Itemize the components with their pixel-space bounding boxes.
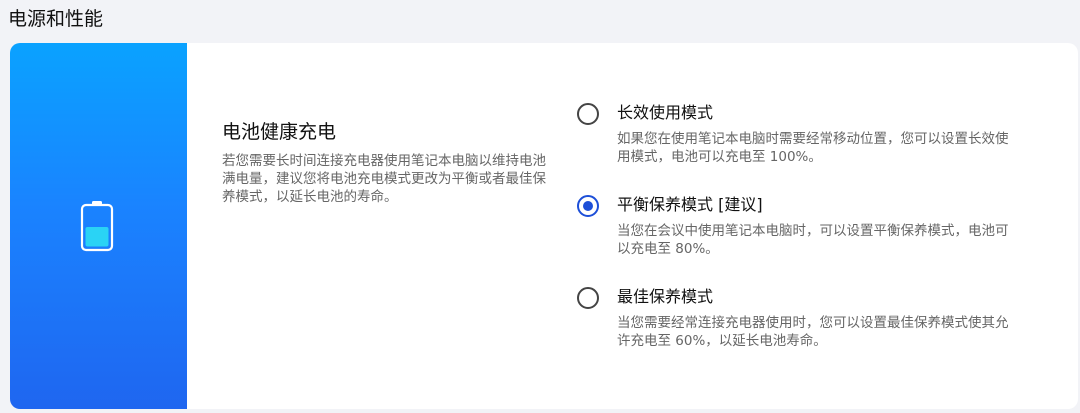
option-description: 如果您在使用笔记本电脑时需要经常移动位置，您可以设置长效使用模式，电池可以充电至… [617, 131, 1009, 165]
option-title: 最佳保养模式 [617, 287, 714, 306]
section-title: 电源和性能 [8, 8, 104, 30]
option-title: 平衡保养模式 [建议] [617, 195, 763, 214]
option-description: 当您在会议中使用笔记本电脑时，可以设置平衡保养模式，电池可以充电至 80%。 [617, 223, 1009, 257]
card-content: 电池健康充电 若您需要长时间连接充电器使用笔记本电脑以维持电池满电量，建议您将电… [222, 43, 1078, 409]
option-title: 长效使用模式 [617, 103, 714, 122]
feature-title: 电池健康充电 [222, 121, 337, 143]
feature-description: 若您需要长时间连接充电器使用笔记本电脑以维持电池满电量，建议您将电池充电模式更改… [222, 153, 546, 205]
battery-icon [80, 200, 114, 252]
option-description: 当您需要经常连接充电器使用时，您可以设置最佳保养模式使其允许充电至 60%，以延… [617, 315, 1009, 349]
battery-health-card: 电池健康充电 若您需要长时间连接充电器使用笔记本电脑以维持电池满电量，建议您将电… [10, 43, 1078, 409]
radio-balanced-mode[interactable] [577, 195, 599, 217]
card-banner [10, 43, 187, 409]
radio-best-care-mode[interactable] [577, 287, 599, 309]
radio-selected-dot [583, 201, 593, 211]
radio-long-life-mode[interactable] [577, 103, 599, 125]
